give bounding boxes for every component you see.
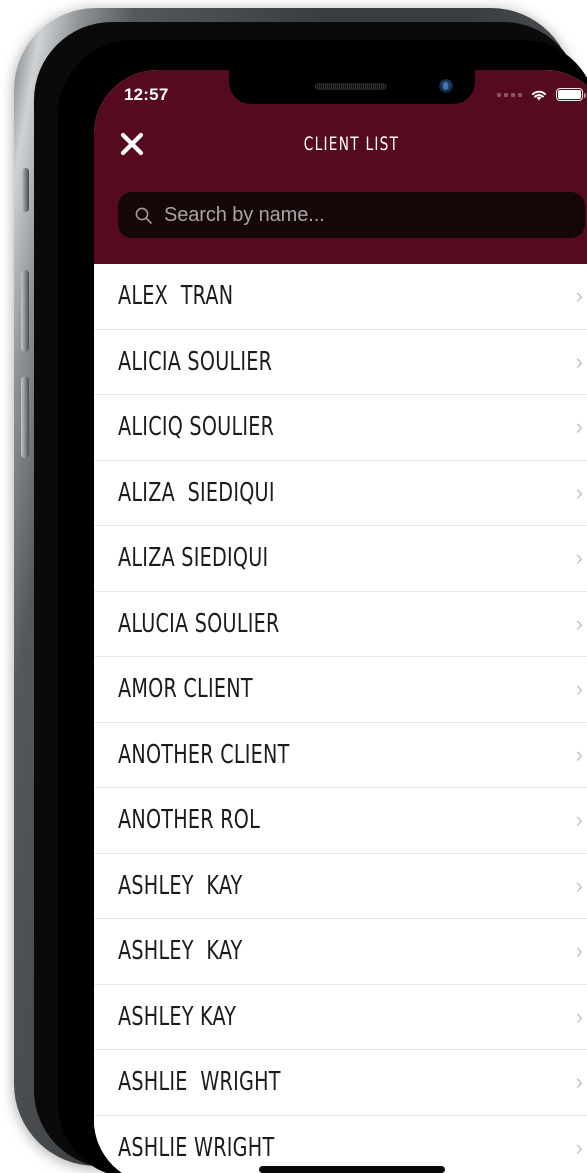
chevron-right-icon: › <box>575 545 583 571</box>
client-name: ASHLEY KAY <box>118 870 243 901</box>
wifi-icon <box>531 90 547 100</box>
volume-down-button[interactable] <box>21 376 29 458</box>
chevron-right-icon: › <box>575 1134 583 1160</box>
phone-screen: 12:57 CLIENT LIST Search by name... ALEX… <box>94 70 587 1173</box>
search-field[interactable] <box>118 192 585 238</box>
client-name: ASHLEY KAY <box>118 936 243 967</box>
nav-bar: CLIENT LIST <box>94 116 587 172</box>
client-name: ALIZA SIEDIQUI <box>118 477 275 508</box>
chevron-right-icon: › <box>575 938 583 964</box>
table-row[interactable]: ALEX TRAN › <box>94 264 587 330</box>
search-icon <box>135 207 152 224</box>
chevron-right-icon: › <box>575 1003 583 1029</box>
client-name: ALICIQ SOULIER <box>118 412 275 443</box>
close-button[interactable] <box>112 124 152 164</box>
client-name: ALEX TRAN <box>118 281 234 312</box>
client-name: ALUCIA SOULIER <box>118 608 280 639</box>
screenshot-stage: 12:57 CLIENT LIST Search by name... ALEX… <box>0 0 587 1173</box>
home-indicator[interactable] <box>258 1166 445 1173</box>
table-row[interactable]: ANOTHER ROL › <box>94 788 587 854</box>
chevron-right-icon: › <box>575 1069 583 1095</box>
table-row[interactable]: ASHLIE WRIGHT › <box>94 1050 587 1116</box>
chevron-right-icon: › <box>575 283 583 309</box>
table-row[interactable]: AMOR CLIENT › <box>94 657 587 723</box>
phone-frame-mid: 12:57 CLIENT LIST Search by name... ALEX… <box>34 22 587 1173</box>
client-name: ALIZA SIEDIQUI <box>118 543 269 574</box>
table-row[interactable]: ASHLEY KAY › <box>94 984 587 1050</box>
client-name: ANOTHER ROL <box>118 805 261 836</box>
chevron-right-icon: › <box>575 479 583 505</box>
search-input[interactable] <box>164 203 569 227</box>
client-name: ASHLEY KAY <box>118 1001 237 1032</box>
close-x-icon <box>120 132 144 156</box>
client-name: AMOR CLIENT <box>118 674 253 705</box>
front-camera-icon <box>438 79 453 93</box>
chevron-right-icon: › <box>575 872 583 898</box>
chevron-right-icon: › <box>575 807 583 833</box>
volume-up-button[interactable] <box>21 270 29 352</box>
status-indicators <box>497 83 586 102</box>
client-name: ALICIA SOULIER <box>118 346 273 377</box>
client-list[interactable]: ALEX TRAN › ALICIA SOULIER › ALICIQ SOUL… <box>94 264 587 1173</box>
battery-full-icon <box>556 88 586 101</box>
table-row[interactable]: ASHLEY KAY › <box>94 853 587 919</box>
phone-frame-outer: 12:57 CLIENT LIST Search by name... ALEX… <box>14 8 587 1173</box>
table-row[interactable]: ANOTHER CLIENT › <box>94 722 587 788</box>
chevron-right-icon: › <box>575 741 583 767</box>
search-bar-container <box>94 192 587 238</box>
table-row[interactable]: ALIZA SIEDIQUI › <box>94 526 587 592</box>
client-name: ASHLIE WRIGHT <box>118 1067 281 1098</box>
table-row[interactable]: ALICIA SOULIER › <box>94 329 587 395</box>
status-time: 12:57 <box>124 84 169 104</box>
table-row[interactable]: ASHLEY KAY › <box>94 919 587 985</box>
table-row[interactable]: ASHLIE WRIGHT › <box>94 1115 587 1173</box>
signal-dots-icon <box>497 92 522 97</box>
table-row[interactable]: ALICIQ SOULIER › <box>94 395 587 461</box>
chevron-right-icon: › <box>575 676 583 702</box>
client-name: ASHLIE WRIGHT <box>118 1132 275 1163</box>
notch <box>228 70 475 104</box>
chevron-right-icon: › <box>575 414 583 440</box>
mute-switch-button[interactable] <box>22 168 29 212</box>
table-row[interactable]: ALIZA SIEDIQUI › <box>94 460 587 526</box>
earpiece-speaker-icon <box>314 83 387 90</box>
chevron-right-icon: › <box>575 348 583 374</box>
chevron-right-icon: › <box>575 610 583 636</box>
phone-frame-bezel: 12:57 CLIENT LIST Search by name... ALEX… <box>58 40 587 1173</box>
table-row[interactable]: ALUCIA SOULIER › <box>94 591 587 657</box>
page-title: CLIENT LIST <box>303 133 400 155</box>
client-name: ANOTHER CLIENT <box>118 739 290 770</box>
